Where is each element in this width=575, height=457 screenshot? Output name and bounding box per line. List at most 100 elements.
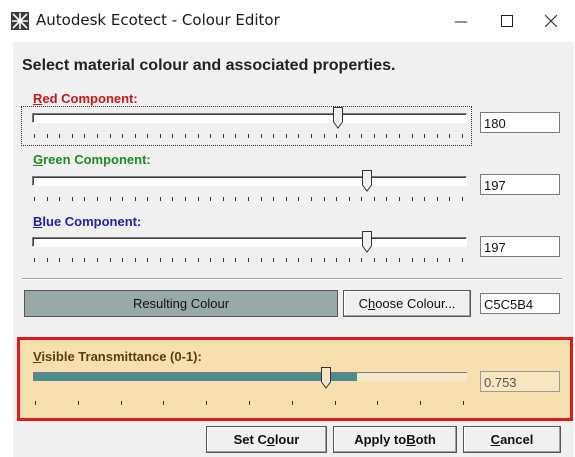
slider-tick xyxy=(121,401,122,405)
green-label-text: reen Component: xyxy=(43,152,151,167)
slider-tick xyxy=(34,258,35,262)
slider-tick xyxy=(72,258,73,262)
slider-tick xyxy=(374,197,375,201)
slider-tick xyxy=(386,134,387,138)
slider-tick xyxy=(248,197,249,201)
green-slider-thumb[interactable] xyxy=(361,170,372,192)
cancel-button[interactable]: Cancel xyxy=(463,426,561,453)
green-slider[interactable] xyxy=(22,170,471,208)
apply-accelerator: B xyxy=(406,432,416,447)
slider-tick xyxy=(377,401,378,405)
slider-tick xyxy=(35,401,36,405)
green-value-field[interactable]: 197 xyxy=(480,174,560,195)
close-button[interactable] xyxy=(528,0,574,42)
slider-tick xyxy=(412,197,413,201)
blue-component-label: Blue Component: xyxy=(33,214,141,229)
blue-label-accelerator: B xyxy=(33,214,43,229)
slider-tick xyxy=(361,258,362,262)
slider-tick xyxy=(110,197,111,201)
title-bar[interactable]: Autodesk Ecotect - Colour Editor xyxy=(0,0,575,42)
slider-tick xyxy=(223,134,224,138)
slider-tick xyxy=(386,258,387,262)
slider-tick xyxy=(72,197,73,201)
slider-tick xyxy=(424,197,425,201)
slider-tick xyxy=(135,258,136,262)
slider-tick xyxy=(462,197,463,201)
slider-tick xyxy=(248,258,249,262)
slider-tick xyxy=(198,197,199,201)
blue-slider-track xyxy=(32,237,467,247)
slider-tick xyxy=(437,197,438,201)
slider-tick xyxy=(311,258,312,262)
slider-tick xyxy=(135,134,136,138)
slider-tick xyxy=(324,258,325,262)
slider-tick xyxy=(349,258,350,262)
slider-tick xyxy=(286,197,287,201)
choose-colour-accelerator: h xyxy=(367,296,376,311)
set-colour-text-a: Set C xyxy=(233,432,267,447)
slider-tick xyxy=(97,197,98,201)
slider-tick xyxy=(273,197,274,201)
choose-colour-button[interactable]: Ch oose Colour... xyxy=(343,290,471,317)
slider-tick xyxy=(210,134,211,138)
slider-tick xyxy=(449,134,450,138)
slider-tick xyxy=(261,134,262,138)
slider-tick xyxy=(122,258,123,262)
slider-tick xyxy=(172,134,173,138)
slider-tick xyxy=(412,258,413,262)
blue-value-field[interactable]: 197 xyxy=(480,236,560,257)
slider-tick xyxy=(84,197,85,201)
slider-tick xyxy=(59,134,60,138)
maximize-icon xyxy=(501,15,513,27)
hex-colour-field[interactable]: C5C5B4 xyxy=(480,293,560,314)
slider-tick xyxy=(336,197,337,201)
slider-tick xyxy=(361,197,362,201)
slider-tick xyxy=(463,401,464,405)
maximize-button[interactable] xyxy=(484,0,530,42)
slider-tick xyxy=(122,134,123,138)
colour-editor-window: Autodesk Ecotect - Colour Editor Select … xyxy=(0,0,575,457)
slider-tick xyxy=(449,197,450,201)
slider-tick xyxy=(298,258,299,262)
slider-tick xyxy=(261,258,262,262)
blue-slider-thumb[interactable] xyxy=(361,231,372,253)
slider-tick xyxy=(185,258,186,262)
slider-tick xyxy=(147,134,148,138)
red-slider[interactable] xyxy=(21,106,472,146)
green-slider-track xyxy=(32,176,467,186)
slider-tick xyxy=(78,401,79,405)
green-label-accelerator: G xyxy=(33,152,44,167)
transmittance-value-field[interactable]: 0.753 xyxy=(480,371,560,392)
slider-tick xyxy=(97,134,98,138)
slider-tick xyxy=(47,134,48,138)
slider-tick xyxy=(110,258,111,262)
slider-tick xyxy=(248,134,249,138)
slider-tick xyxy=(47,258,48,262)
slider-tick xyxy=(437,258,438,262)
slider-tick xyxy=(160,258,161,262)
slider-tick xyxy=(147,258,148,262)
red-value-field[interactable]: 180 xyxy=(480,112,560,133)
slider-tick xyxy=(424,258,425,262)
separator-line xyxy=(22,278,562,280)
slider-tick xyxy=(292,401,293,405)
set-colour-button[interactable]: Set Co lour xyxy=(206,426,327,453)
choose-colour-text-a: C xyxy=(358,296,368,311)
slider-tick xyxy=(374,258,375,262)
slider-tick xyxy=(235,134,236,138)
transmittance-slider[interactable] xyxy=(33,372,467,381)
slider-tick xyxy=(298,197,299,201)
apply-to-both-button[interactable]: Apply to Both xyxy=(333,426,457,453)
slider-tick xyxy=(34,197,35,201)
set-colour-accelerator: o xyxy=(266,432,275,447)
cancel-accelerator: C xyxy=(490,432,501,447)
minimize-button[interactable] xyxy=(438,0,484,42)
transmittance-slider-ticks xyxy=(35,401,465,406)
transmittance-label: Visible Transmittance (0-1): xyxy=(33,349,202,364)
red-slider-thumb[interactable] xyxy=(332,107,343,129)
transmittance-slider-thumb[interactable] xyxy=(321,367,332,389)
slider-tick xyxy=(298,134,299,138)
slider-tick xyxy=(47,197,48,201)
blue-slider[interactable] xyxy=(22,231,471,269)
slider-tick xyxy=(336,134,337,138)
